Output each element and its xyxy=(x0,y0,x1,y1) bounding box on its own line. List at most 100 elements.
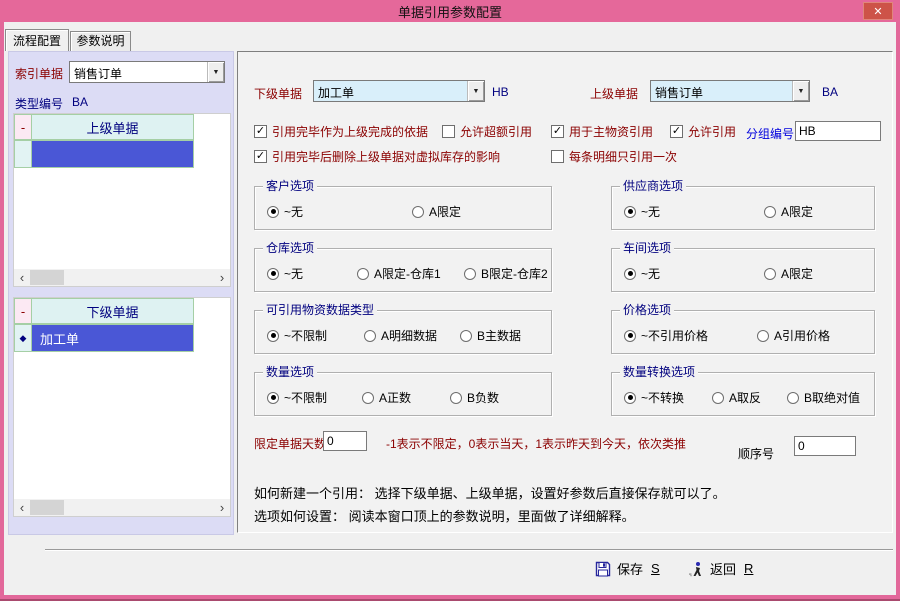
index-document-panel: 索引单据 销售订单 ▼ 类型编号 BA - 上级单据 ‹ › xyxy=(8,51,234,535)
help-line-2: 选项如何设置： 阅读本窗口顶上的参数说明，里面做了详细解释。 xyxy=(254,506,635,525)
window-title: 单据引用参数配置 xyxy=(398,2,502,21)
chevron-down-icon[interactable]: ▼ xyxy=(207,62,224,82)
return-label: 返回 xyxy=(710,559,736,578)
radio-icon xyxy=(624,268,636,280)
radio-option[interactable]: B负数 xyxy=(450,389,499,406)
radio-label: A取反 xyxy=(729,389,761,406)
radio-icon xyxy=(787,392,799,404)
tab-parameter-help[interactable]: 参数说明 xyxy=(70,31,131,51)
config-panel: 下级单据 加工单 ▼ HB 上级单据 销售订单 ▼ BA 引用完毕作为上级完成的… xyxy=(237,51,893,533)
groupbox-quantity: 数量选项 ~不限制 A正数 B负数 xyxy=(254,372,552,416)
radio-icon xyxy=(412,206,424,218)
radio-option[interactable]: ~不限制 xyxy=(267,389,327,406)
checkbox-delete-virtual-stock-effect[interactable]: 引用完毕后删除上级单据对虚拟库存的影响 xyxy=(254,148,500,165)
days-limit-label: 限定单据天数 xyxy=(254,435,326,452)
radio-label: B负数 xyxy=(467,389,499,406)
radio-label: A限定 xyxy=(781,265,813,282)
scroll-right-icon[interactable]: › xyxy=(214,270,230,286)
save-button[interactable]: 保存S xyxy=(595,559,660,578)
groupbox-customer: 客户选项 ~无 A限定 xyxy=(254,186,552,230)
radio-label: ~无 xyxy=(284,265,303,282)
radio-label: A限定 xyxy=(429,203,461,220)
checkbox-allow-excess-ref[interactable]: 允许超额引用 xyxy=(442,123,532,140)
checkbox-ref-complete-basis[interactable]: 引用完毕作为上级完成的依据 xyxy=(254,123,428,140)
radio-option[interactable]: ~无 xyxy=(624,265,660,282)
sequence-input[interactable] xyxy=(794,436,856,456)
radio-option[interactable]: A限定 xyxy=(412,203,461,220)
sequence-label: 顺序号 xyxy=(738,445,774,462)
checkbox-label: 引用完毕作为上级完成的依据 xyxy=(272,123,428,140)
tab-process-config[interactable]: 流程配置 xyxy=(5,29,69,51)
return-button[interactable]: 返回R xyxy=(688,559,753,578)
scroll-right-icon[interactable]: › xyxy=(214,500,230,516)
table-row[interactable]: ◆ 加工单 xyxy=(14,324,230,352)
child-grid-corner: - xyxy=(14,298,32,324)
days-limit-input[interactable] xyxy=(323,431,367,451)
scrollbar-thumb[interactable] xyxy=(30,270,64,285)
checkbox-icon xyxy=(551,150,564,163)
radio-icon xyxy=(357,268,369,280)
radio-icon xyxy=(757,330,769,342)
chevron-down-icon[interactable]: ▼ xyxy=(792,81,809,101)
child-grid-hscrollbar[interactable]: ‹ › xyxy=(14,499,230,516)
window-border-left xyxy=(0,0,4,601)
groupbox-supplier: 供应商选项 ~无 A限定 xyxy=(611,186,875,230)
checkbox-detail-ref-once[interactable]: 每条明细只引用一次 xyxy=(551,148,677,165)
radio-label: B取绝对值 xyxy=(804,389,860,406)
radio-option[interactable]: ~不限制 xyxy=(267,327,327,344)
radio-option[interactable]: ~无 xyxy=(267,203,303,220)
radio-icon xyxy=(764,206,776,218)
close-icon[interactable]: ✕ xyxy=(863,2,893,20)
radio-option[interactable]: B主数据 xyxy=(460,327,521,344)
radio-option[interactable]: ~无 xyxy=(624,203,660,220)
radio-option[interactable]: ~不引用价格 xyxy=(624,327,708,344)
radio-option[interactable]: A限定 xyxy=(764,203,813,220)
radio-icon xyxy=(624,392,636,404)
radio-option[interactable]: B限定-仓库2 xyxy=(464,265,548,282)
radio-option[interactable]: ~无 xyxy=(267,265,303,282)
radio-label: ~不限制 xyxy=(284,327,327,344)
row-marker-icon: ◆ xyxy=(14,324,32,352)
radio-icon xyxy=(764,268,776,280)
radio-option[interactable]: A明细数据 xyxy=(364,327,437,344)
radio-option[interactable]: A正数 xyxy=(362,389,411,406)
parent-doc-grid: - 上级单据 ‹ › xyxy=(13,113,231,287)
radio-option[interactable]: A取反 xyxy=(712,389,761,406)
radio-option[interactable]: A限定-仓库1 xyxy=(357,265,441,282)
groupbox-material-data-type: 可引用物资数据类型 ~不限制 A明细数据 B主数据 xyxy=(254,310,552,354)
radio-label: ~不限制 xyxy=(284,389,327,406)
group-code-input[interactable] xyxy=(795,121,881,141)
checkbox-label: 引用完毕后删除上级单据对虚拟库存的影响 xyxy=(272,148,500,165)
checkbox-main-material-ref[interactable]: 用于主物资引用 xyxy=(551,123,653,140)
child-doc-combobox[interactable]: 加工单 ▼ xyxy=(313,80,485,102)
parent-grid-hscrollbar[interactable]: ‹ › xyxy=(14,269,230,286)
radio-label: ~不引用价格 xyxy=(641,327,708,344)
radio-icon xyxy=(460,330,472,342)
table-row[interactable] xyxy=(14,140,230,168)
radio-icon xyxy=(464,268,476,280)
groupbox-quantity-conversion: 数量转换选项 ~不转换 A取反 B取绝对值 xyxy=(611,372,875,416)
parent-grid-empty-area xyxy=(14,168,230,269)
groupbox-workshop: 车间选项 ~无 A限定 xyxy=(611,248,875,292)
child-grid-empty-area xyxy=(14,352,230,499)
scroll-left-icon[interactable]: ‹ xyxy=(14,270,30,286)
checkbox-allow-ref[interactable]: 允许引用 xyxy=(670,123,736,140)
checkbox-label: 每条明细只引用一次 xyxy=(569,148,677,165)
index-doc-combobox[interactable]: 销售订单 ▼ xyxy=(69,61,225,83)
parent-doc-combobox[interactable]: 销售订单 ▼ xyxy=(650,80,810,102)
scrollbar-thumb[interactable] xyxy=(30,500,64,515)
chevron-down-icon[interactable]: ▼ xyxy=(467,81,484,101)
parent-grid-header: - 上级单据 xyxy=(14,114,230,140)
footer-divider xyxy=(45,549,893,551)
radio-option[interactable]: B取绝对值 xyxy=(787,389,860,406)
groupbox-title: 数量转换选项 xyxy=(620,365,698,379)
scroll-left-icon[interactable]: ‹ xyxy=(14,500,30,516)
radio-option[interactable]: A引用价格 xyxy=(757,327,830,344)
radio-option[interactable]: A限定 xyxy=(764,265,813,282)
help-line-1: 如何新建一个引用： 选择下级单据、上级单据，设置好参数后直接保存就可以了。 xyxy=(254,483,726,502)
checkbox-icon xyxy=(254,150,267,163)
radio-option[interactable]: ~不转换 xyxy=(624,389,684,406)
child-doc-value: 加工单 xyxy=(314,81,467,101)
radio-icon xyxy=(624,206,636,218)
child-row-value: 加工单 xyxy=(31,324,194,352)
